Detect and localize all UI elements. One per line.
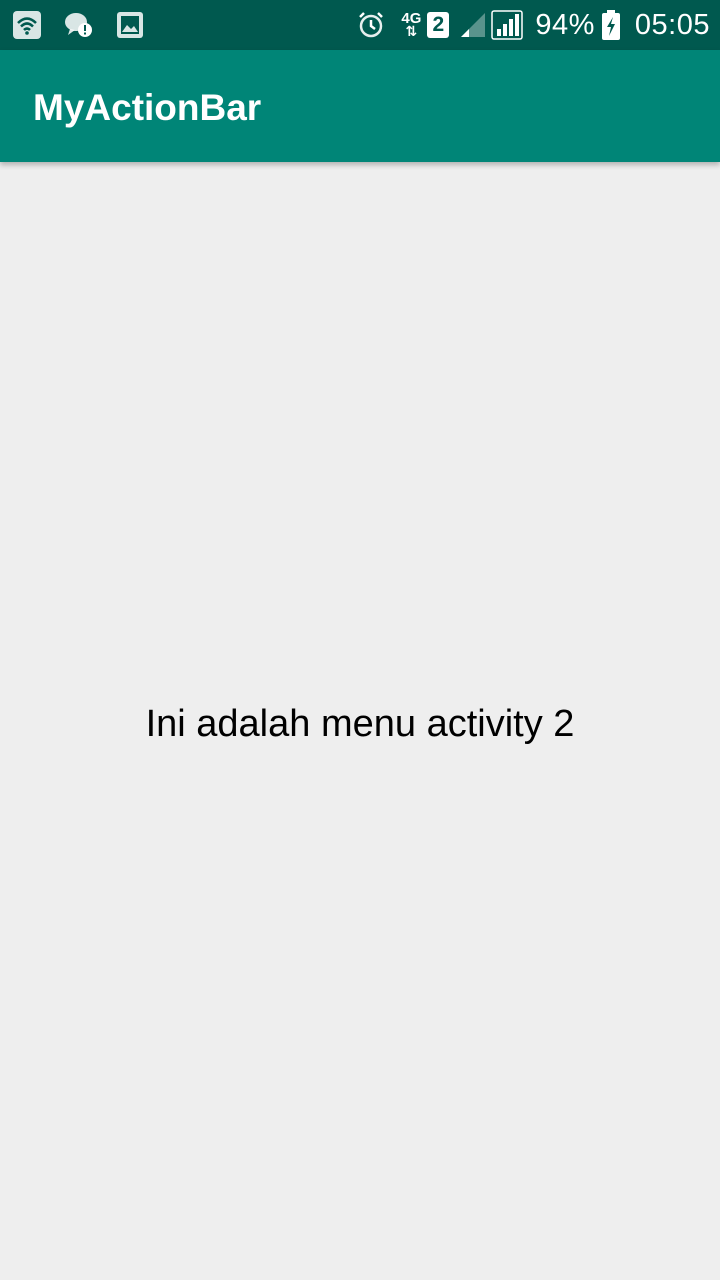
signal-icon xyxy=(491,10,524,40)
wifi-icon xyxy=(12,10,42,40)
image-icon xyxy=(116,11,144,39)
status-time: 05:05 xyxy=(634,8,710,41)
status-bar-notifications xyxy=(12,9,144,41)
battery-percent: 94% xyxy=(535,8,595,41)
sim-2-icon: 2 xyxy=(427,12,450,38)
status-bar: 4G ⇅ 2 94% 05:05 xyxy=(0,0,720,50)
main-content: Ini adalah menu activity 2 xyxy=(0,162,720,1280)
battery-charging-icon xyxy=(601,10,621,40)
network-4g-icon: 4G ⇅ xyxy=(401,10,422,39)
status-bar-system: 4G ⇅ 2 94% 05:05 xyxy=(357,6,710,44)
app-title: MyActionBar xyxy=(33,87,262,128)
alarm-icon xyxy=(357,11,385,39)
activity-message: Ini adalah menu activity 2 xyxy=(145,703,575,745)
chat-alert-icon xyxy=(64,10,94,40)
action-bar: MyActionBar xyxy=(0,50,720,162)
signal-weak-icon xyxy=(459,11,487,39)
